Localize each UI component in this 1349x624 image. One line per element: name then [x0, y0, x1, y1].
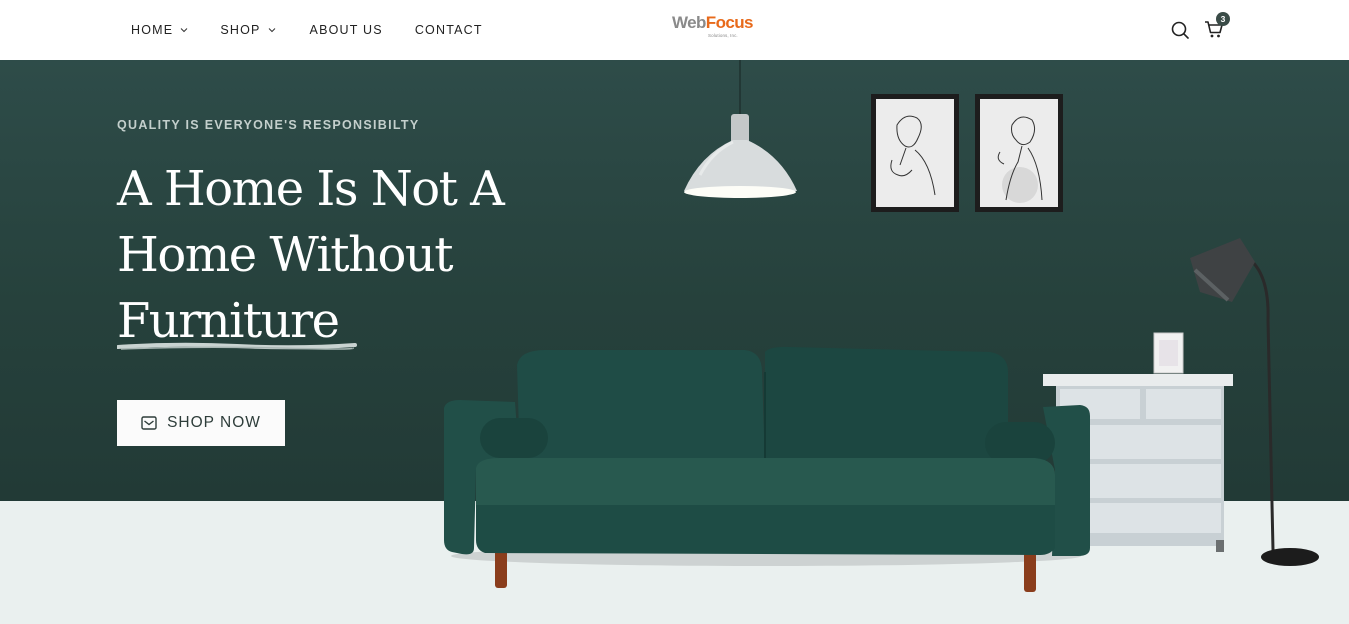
envelope-icon: [141, 416, 157, 430]
hero-headline: A Home Is Not A Home Without Furniture: [117, 156, 577, 354]
sofa-image: [444, 346, 1090, 592]
page: HOME SHOP ABOUT US CONTACT WebFocus Solu…: [0, 0, 1349, 624]
shop-now-button[interactable]: SHOP NOW: [117, 400, 285, 446]
headline-line-1: A Home Is Not A: [117, 161, 505, 217]
pendant-lamp-image: [684, 60, 797, 198]
headline-line-2: Home Without: [117, 227, 454, 283]
headline-underline-decoration: [117, 342, 357, 350]
wall-frames-image: [871, 94, 1063, 212]
hero-eyebrow: QUALITY IS EVERYONE'S RESPONSIBILTY: [117, 118, 420, 132]
shop-now-label: SHOP NOW: [167, 414, 261, 431]
